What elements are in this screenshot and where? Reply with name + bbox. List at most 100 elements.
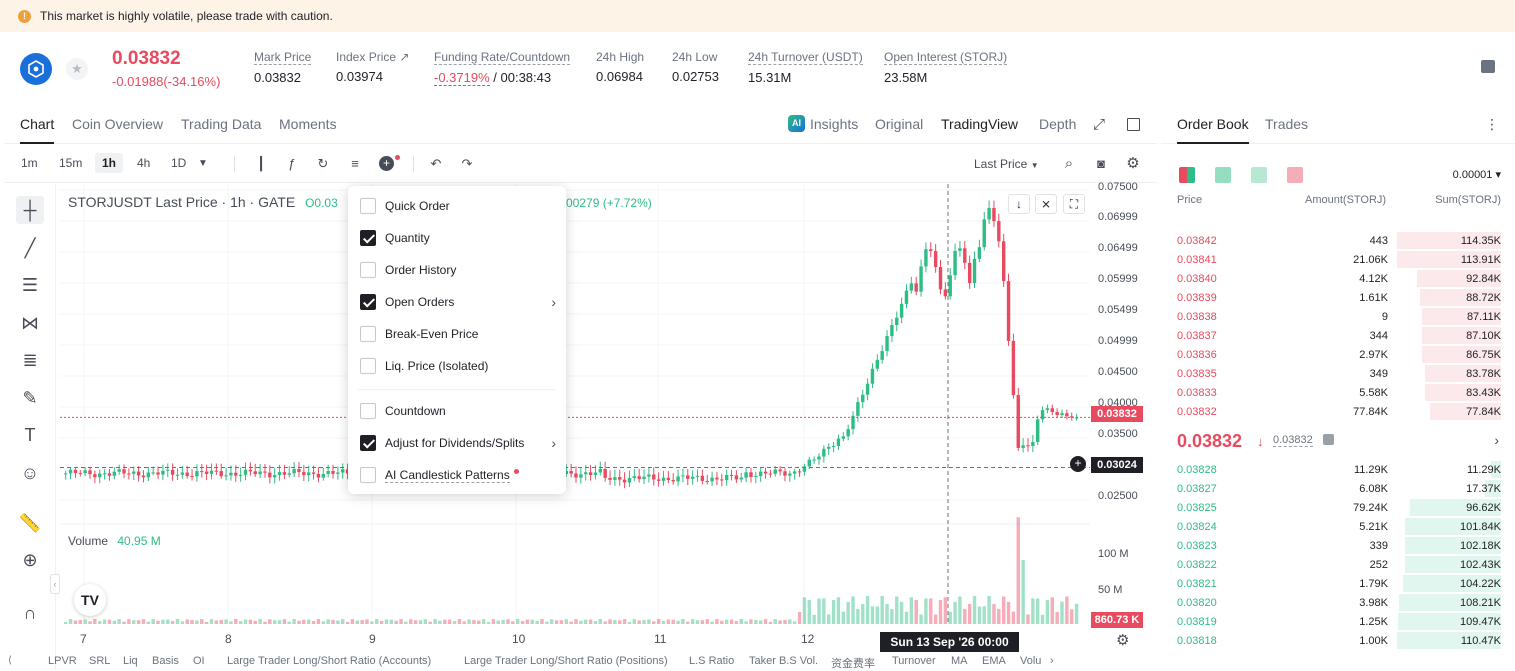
mode-depth[interactable]: Depth bbox=[1039, 116, 1076, 132]
tradingview-logo-icon[interactable]: TV bbox=[74, 584, 106, 616]
bid-row[interactable]: 0.03825 79.24K 96.62K bbox=[1161, 498, 1515, 517]
mode-tradingview[interactable]: TradingView bbox=[941, 116, 1018, 132]
tab-trading-data[interactable]: Trading Data bbox=[181, 116, 261, 132]
ask-row[interactable]: 0.03838 9 87.11K bbox=[1161, 307, 1515, 326]
checkbox[interactable] bbox=[360, 403, 376, 419]
timeframe-1m[interactable]: 1m bbox=[14, 153, 45, 173]
pattern-icon[interactable]: ⋈ bbox=[16, 309, 44, 337]
checkbox[interactable] bbox=[360, 230, 376, 246]
horizontal-lines-icon[interactable]: ☰ bbox=[16, 271, 44, 299]
candlestick-type-icon[interactable]: ┃ bbox=[253, 156, 269, 172]
bid-row[interactable]: 0.03821 1.79K 104.22K bbox=[1161, 574, 1515, 593]
precision-select[interactable]: 0.00001 ▾ bbox=[1453, 168, 1501, 181]
menu-item-open-orders[interactable]: Open Orders › bbox=[360, 290, 560, 314]
mode-insights[interactable]: Insights bbox=[810, 116, 858, 132]
timeframe-1d[interactable]: 1D bbox=[164, 153, 193, 173]
checkbox[interactable] bbox=[360, 435, 376, 451]
menu-item-adjust-dividends[interactable]: Adjust for Dividends/Splits › bbox=[360, 431, 560, 455]
chevron-left-icon[interactable]: ⟨ bbox=[8, 655, 12, 666]
checkbox[interactable] bbox=[360, 198, 376, 214]
add-plus-icon[interactable]: + bbox=[379, 156, 394, 171]
menu-item-order-history[interactable]: Order History bbox=[360, 258, 560, 282]
ask-row[interactable]: 0.03842 443 114.35K bbox=[1161, 231, 1515, 250]
bid-row[interactable]: 0.03818 1.00K 110.47K bbox=[1161, 631, 1515, 650]
ask-row[interactable]: 0.03840 4.12K 92.84K bbox=[1161, 269, 1515, 288]
zoom-in-icon[interactable]: ⊕ bbox=[16, 546, 44, 574]
menu-item-ai-patterns[interactable]: AI Candlestick Patterns bbox=[360, 463, 560, 487]
chevron-down-icon[interactable]: ▼ bbox=[195, 156, 211, 172]
camera-icon[interactable]: ◙ bbox=[1093, 156, 1109, 172]
emoji-icon[interactable]: ☺ bbox=[16, 459, 44, 487]
timeframe-4h[interactable]: 4h bbox=[130, 153, 157, 173]
view-bids-only-icon[interactable] bbox=[1251, 167, 1267, 183]
indicator-lpvr[interactable]: LPVR bbox=[48, 655, 77, 667]
indicator-lt-accounts[interactable]: Large Trader Long/Short Ratio (Accounts) bbox=[227, 655, 431, 667]
more-options-icon[interactable]: ⋮ bbox=[1485, 116, 1499, 133]
tab-moments[interactable]: Moments bbox=[279, 116, 337, 132]
bid-row[interactable]: 0.03824 5.21K 101.84K bbox=[1161, 517, 1515, 536]
search-icon[interactable]: ⌕ bbox=[1061, 156, 1077, 172]
indicator-liq[interactable]: Liq bbox=[123, 655, 138, 667]
indicator-srl[interactable]: SRL bbox=[89, 655, 110, 667]
view-both-icon[interactable] bbox=[1179, 167, 1195, 183]
ask-row[interactable]: 0.03832 77.84K 77.84K bbox=[1161, 402, 1515, 421]
indicator-ema[interactable]: EMA bbox=[982, 655, 1006, 667]
expand-icon[interactable]: ⤢ bbox=[1093, 116, 1105, 133]
bid-row[interactable]: 0.03827 6.08K 17.37K bbox=[1161, 479, 1515, 498]
indicator-oi[interactable]: OI bbox=[193, 655, 205, 667]
menu-item-quantity[interactable]: Quantity bbox=[360, 226, 560, 250]
checkbox[interactable] bbox=[360, 358, 376, 374]
indicator-ls-ratio[interactable]: L.S Ratio bbox=[689, 655, 734, 667]
indicator-lt-positions[interactable]: Large Trader Long/Short Ratio (Positions… bbox=[464, 655, 668, 667]
bid-row[interactable]: 0.03823 339 102.18K bbox=[1161, 536, 1515, 555]
text-icon[interactable]: T bbox=[16, 421, 44, 449]
timeframe-15m[interactable]: 15m bbox=[52, 153, 89, 173]
collapse-icon[interactable]: ⨯ bbox=[1035, 194, 1057, 214]
ask-row[interactable]: 0.03839 1.61K 88.72K bbox=[1161, 288, 1515, 307]
checkbox[interactable] bbox=[360, 262, 376, 278]
turnover-label[interactable]: 24h Turnover (USDT) bbox=[748, 50, 863, 65]
settings-icon[interactable]: ⚙ bbox=[1116, 631, 1129, 649]
fullscreen-icon[interactable]: ⛶ bbox=[1063, 194, 1085, 214]
index-price-label[interactable]: Index Price ↗ bbox=[336, 50, 409, 64]
view-asks-icon[interactable] bbox=[1287, 167, 1303, 183]
checkbox[interactable] bbox=[360, 326, 376, 342]
tab-chart[interactable]: Chart bbox=[20, 116, 55, 144]
mark-price-label[interactable]: Mark Price bbox=[254, 50, 312, 65]
tab-coin-overview[interactable]: Coin Overview bbox=[72, 116, 163, 132]
favorite-star-icon[interactable]: ★ bbox=[66, 58, 88, 80]
ask-row[interactable]: 0.03841 21.06K 113.91K bbox=[1161, 250, 1515, 269]
menu-item-countdown[interactable]: Countdown bbox=[360, 399, 560, 423]
brush-icon[interactable]: ✎ bbox=[16, 384, 44, 412]
menu-item-break-even[interactable]: Break-Even Price bbox=[360, 322, 560, 346]
trend-line-icon[interactable]: ╱ bbox=[16, 234, 44, 262]
refresh-icon[interactable]: ↻ bbox=[315, 156, 331, 172]
indicator-ma[interactable]: MA bbox=[951, 655, 968, 667]
checkbox[interactable] bbox=[360, 294, 376, 310]
indicator-volume[interactable]: Volu bbox=[1020, 655, 1041, 667]
view-bids-icon[interactable] bbox=[1215, 167, 1231, 183]
calendar-icon[interactable] bbox=[1481, 60, 1495, 73]
indicator-basis[interactable]: Basis bbox=[152, 655, 179, 667]
indicator-funding[interactable]: 资金费率 bbox=[831, 655, 875, 671]
bid-row[interactable]: 0.03822 252 102.43K bbox=[1161, 555, 1515, 574]
crosshair-icon[interactable]: ┼ bbox=[16, 196, 44, 224]
open-interest-label[interactable]: Open Interest (STORJ) bbox=[884, 50, 1008, 65]
menu-item-liq-price[interactable]: Liq. Price (Isolated) bbox=[360, 354, 560, 378]
funding-rate-label[interactable]: Funding Rate/Countdown bbox=[434, 50, 571, 65]
timeframe-1h[interactable]: 1h bbox=[95, 153, 124, 173]
gear-icon[interactable]: ⚙ bbox=[1125, 156, 1141, 172]
bid-row[interactable]: 0.03820 3.98K 108.21K bbox=[1161, 593, 1515, 612]
chevron-right-icon[interactable]: › bbox=[1050, 655, 1054, 667]
checkbox[interactable] bbox=[360, 467, 376, 483]
ask-row[interactable]: 0.03835 349 83.78K bbox=[1161, 364, 1515, 383]
candlestick-plot[interactable] bbox=[60, 184, 1090, 624]
window-icon[interactable] bbox=[1127, 118, 1140, 131]
template-icon[interactable]: ≡ bbox=[347, 156, 363, 172]
mode-original[interactable]: Original bbox=[875, 116, 923, 132]
chevron-right-icon[interactable]: › bbox=[1494, 432, 1499, 448]
arrow-down-icon[interactable]: ↓ bbox=[1008, 194, 1030, 214]
menu-item-quick-order[interactable]: Quick Order bbox=[360, 194, 560, 218]
bid-row[interactable]: 0.03828 11.29K 11.29K bbox=[1161, 460, 1515, 479]
ask-row[interactable]: 0.03836 2.97K 86.75K bbox=[1161, 345, 1515, 364]
